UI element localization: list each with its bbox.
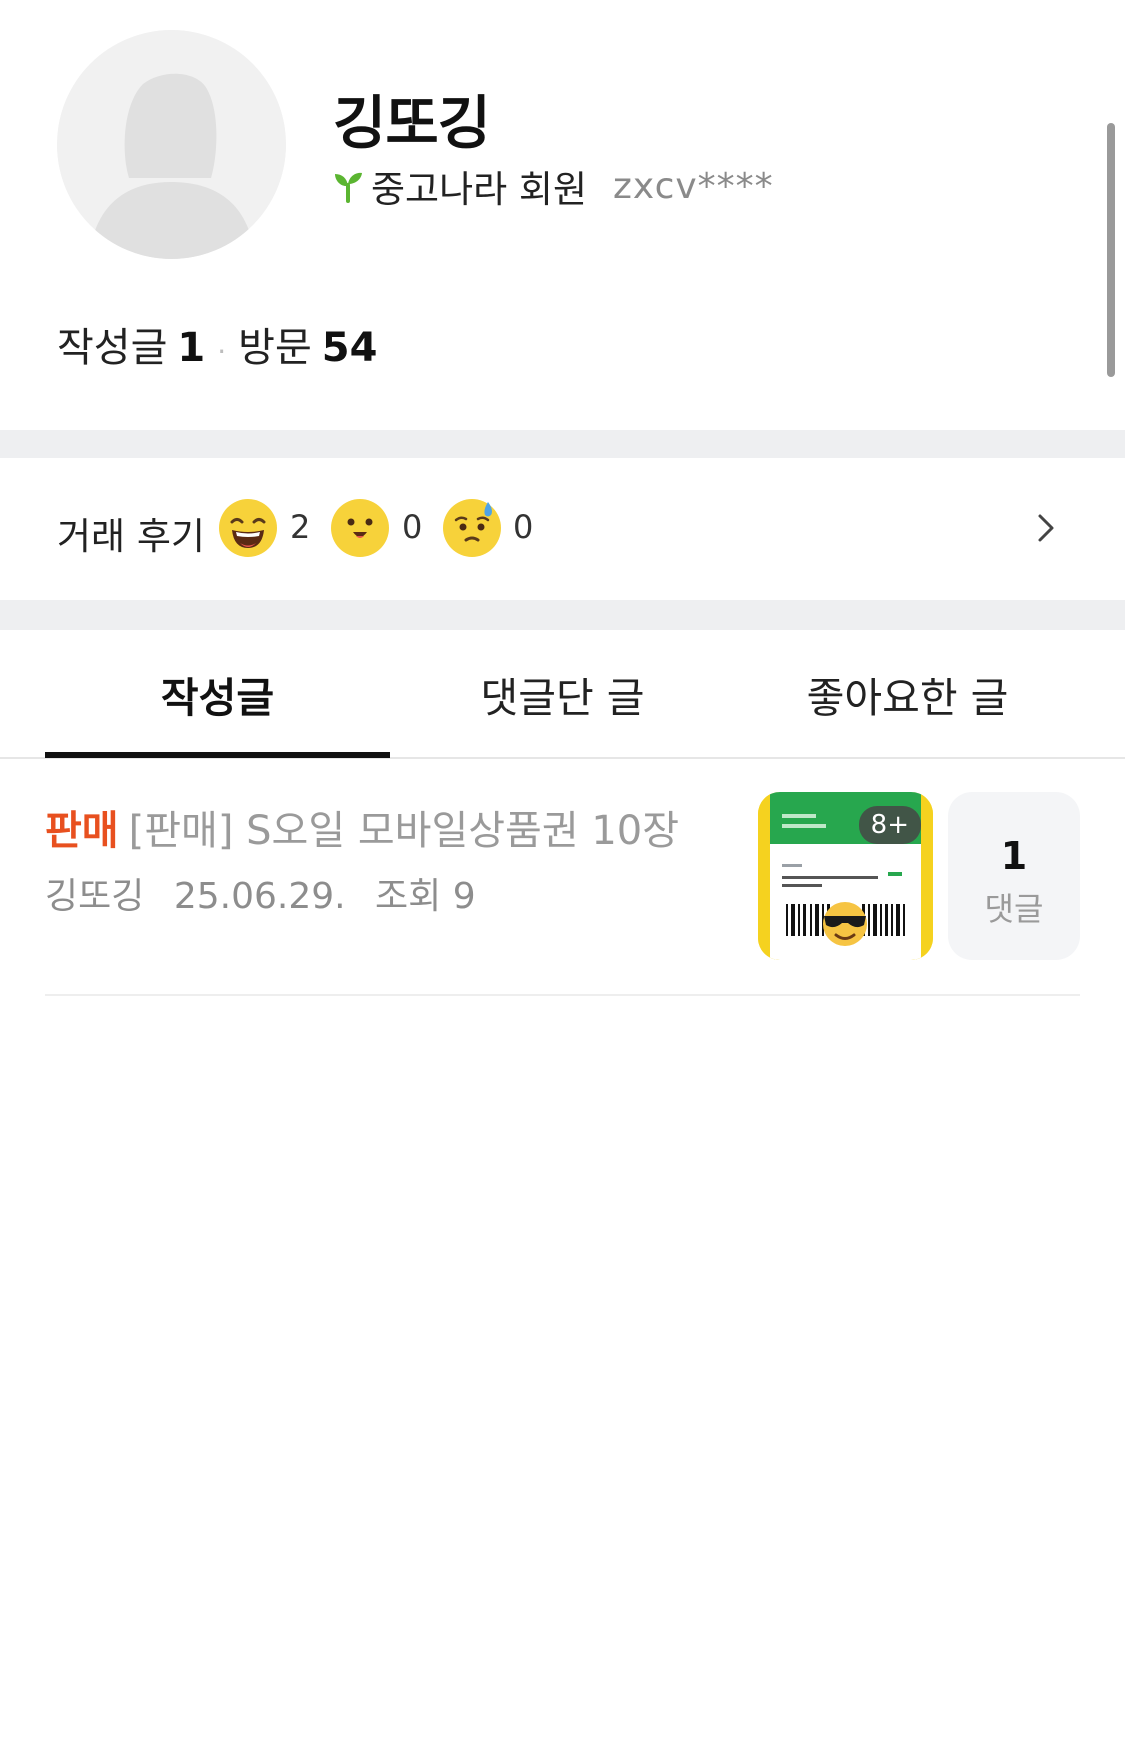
- post-author: 깅또깅: [45, 876, 145, 917]
- laughing-review-count: 2: [290, 508, 311, 546]
- trade-review-row[interactable]: 거래 후기 2 0 0: [0, 458, 1125, 600]
- avatar[interactable]: [57, 30, 286, 259]
- section-divider: [0, 430, 1125, 458]
- comment-label: 댓글: [984, 890, 1044, 928]
- smiling-review-count: 0: [402, 508, 423, 546]
- sweating-review-count: 0: [513, 508, 534, 546]
- sweating-face-icon: [442, 498, 502, 558]
- visits-count: 54: [321, 325, 378, 371]
- member-grade-row: 중고나라 회원 zxcv****: [333, 163, 774, 211]
- post-divider: [45, 994, 1080, 996]
- user-id: zxcv****: [613, 165, 774, 207]
- chevron-right-icon[interactable]: [1030, 508, 1060, 548]
- posts-label: 작성글: [57, 325, 168, 371]
- post-views: 조회 9: [375, 876, 476, 917]
- posts-count: 1: [177, 325, 206, 371]
- comment-count-box[interactable]: 1 댓글: [948, 792, 1080, 960]
- profile-stats: 작성글 1 · 방문 54: [57, 315, 377, 373]
- member-grade-label: 중고나라 회원: [371, 168, 588, 211]
- section-divider: [0, 600, 1125, 630]
- tab-posts[interactable]: 작성글: [45, 630, 390, 758]
- laughing-face-icon: [218, 498, 278, 558]
- separator-dot: ·: [217, 335, 227, 368]
- profile-page: 깅또깅 중고나라 회원 zxcv**** 작성글 1 · 방문 54 거래 후기: [0, 0, 1125, 1741]
- active-tab-indicator: [45, 752, 390, 758]
- sale-badge: 판매: [45, 808, 119, 854]
- post-meta: 깅또깅 25.06.29. 조회 9: [45, 867, 494, 919]
- sprout-icon: [333, 169, 363, 203]
- tab-liked[interactable]: 좋아요한 글: [735, 630, 1080, 758]
- profile-nickname: 깅또깅: [333, 89, 491, 157]
- default-user-icon: [57, 30, 286, 259]
- post-title-line: 판매 [판매] S오일 모바일상품권 10장: [45, 798, 705, 856]
- smiling-face-icon: [330, 498, 390, 558]
- visits-label: 방문: [238, 325, 312, 371]
- post-date: 25.06.29.: [173, 876, 346, 917]
- post-thumbnail[interactable]: 8+: [758, 792, 933, 960]
- tab-commented[interactable]: 댓글단 글: [390, 630, 735, 758]
- post-list-item[interactable]: 판매 [판매] S오일 모바일상품권 10장 깅또깅 25.06.29. 조회 9: [45, 780, 1080, 995]
- trade-review-label: 거래 후기: [57, 515, 205, 558]
- profile-tabs: 작성글 댓글단 글 좋아요한 글: [0, 630, 1125, 758]
- scrollbar[interactable]: [1107, 123, 1115, 377]
- post-title: [판매] S오일 모바일상품권 10장: [128, 808, 680, 854]
- comment-count: 1: [1000, 834, 1028, 878]
- image-count-badge: 8+: [858, 806, 921, 844]
